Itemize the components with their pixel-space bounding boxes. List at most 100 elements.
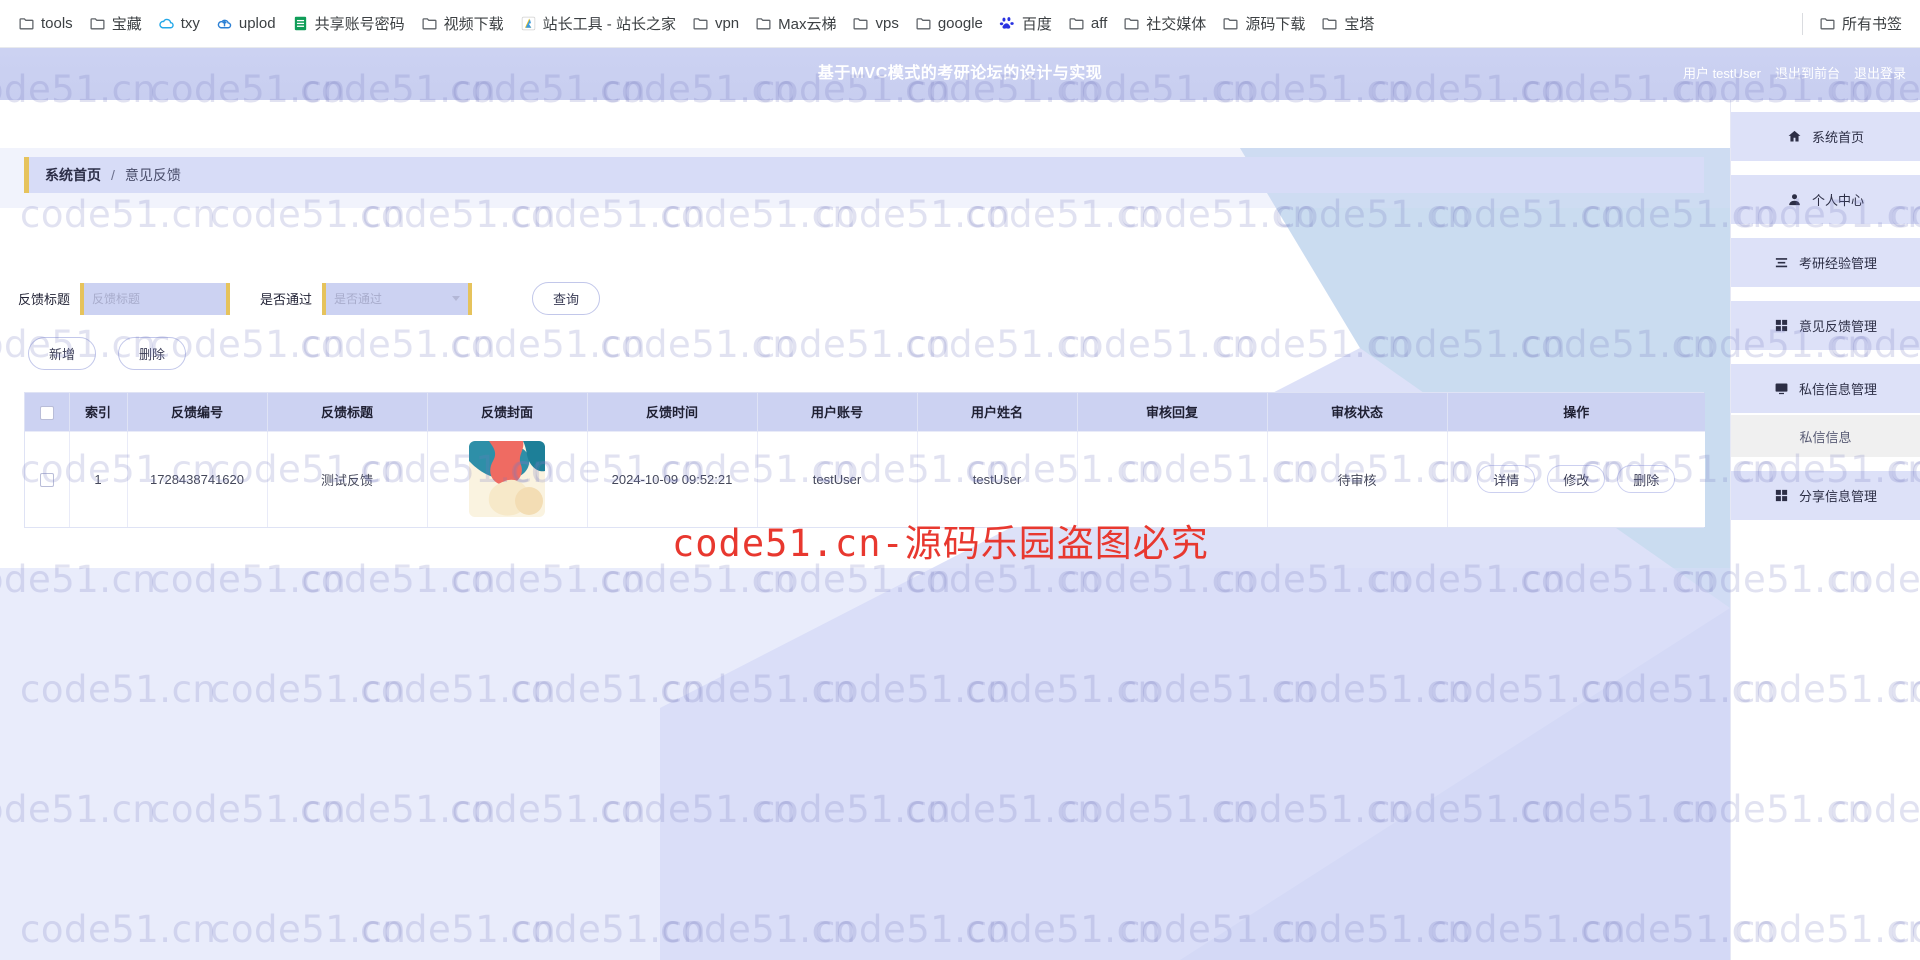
- monitor-icon: [1774, 381, 1789, 396]
- folder-icon: [1123, 15, 1140, 32]
- all-bookmarks-button[interactable]: 所有书签: [1811, 9, 1910, 38]
- cell-feedback-cover: [427, 430, 588, 527]
- bookmark-google[interactable]: google: [907, 11, 991, 36]
- bookmark-baidu[interactable]: 百度: [991, 9, 1060, 38]
- folder-icon: [1222, 15, 1239, 32]
- bookmark-baota[interactable]: 宝塔: [1313, 9, 1382, 38]
- col-operations: 操作: [1447, 393, 1705, 431]
- folder-icon: [89, 15, 106, 32]
- col-user-account: 用户账号: [757, 393, 918, 431]
- select-all-header: [25, 393, 70, 431]
- sidebar-item-label: 私信信息管理: [1798, 382, 1877, 397]
- chinaz-icon: [520, 15, 537, 32]
- folder-icon: [852, 15, 869, 32]
- sidebar-item-feedback[interactable]: 意见反馈管理: [1731, 301, 1920, 350]
- breadcrumb-current: 意见反馈: [124, 167, 181, 183]
- folder-icon: [18, 15, 35, 32]
- main-content: 系统首页 / 意见反馈 反馈标题 是否通过 查询 新增 删除: [0, 100, 1730, 960]
- sidebar-item-label: 分享信息管理: [1798, 489, 1877, 504]
- select-all-checkbox[interactable]: [39, 405, 54, 420]
- feedback-table: 索引 反馈编号 反馈标题 反馈封面 反馈时间 用户账号 用户姓名 审核回复 审核…: [25, 393, 1705, 527]
- detail-button[interactable]: 详情: [1477, 465, 1536, 494]
- folder-icon: [1819, 15, 1836, 32]
- bookmark-label: aff: [1090, 15, 1108, 32]
- add-button[interactable]: 新增: [28, 337, 96, 370]
- folder-icon: [1321, 15, 1338, 32]
- logout-link[interactable]: 退出登录: [1854, 48, 1906, 100]
- folder-icon: [421, 15, 438, 32]
- bookmark-max-cloud[interactable]: Max云梯: [747, 9, 844, 38]
- sidebar-subitem-private-message[interactable]: 私信信息: [1731, 415, 1920, 457]
- bookmark-chinaz[interactable]: 站长工具 - 站长之家: [512, 9, 684, 38]
- bookmark-label: vpn: [714, 15, 740, 32]
- row-checkbox[interactable]: [39, 473, 54, 488]
- cell-operations: 详情 修改 删除: [1447, 430, 1706, 527]
- bookmark-vpn[interactable]: vpn: [684, 11, 747, 36]
- bookmark-label: 宝塔: [1344, 16, 1375, 33]
- grid-icon: [1774, 488, 1789, 503]
- sidebar-item-label: 意见反馈管理: [1798, 319, 1877, 334]
- is-passed-select[interactable]: [322, 282, 473, 315]
- bookmark-label: txy: [180, 15, 200, 32]
- bookmark-uplod[interactable]: uplod: [208, 11, 284, 36]
- col-feedback-no: 反馈编号: [127, 393, 268, 431]
- sidebar-item-private-message-mgmt[interactable]: 私信信息管理: [1731, 364, 1920, 413]
- bookmark-txy[interactable]: txy: [150, 11, 208, 36]
- grid-icon: [1774, 318, 1789, 333]
- bookmark-vps[interactable]: vps: [844, 11, 906, 36]
- sidebar-item-label: 系统首页: [1811, 130, 1864, 145]
- search-button[interactable]: 查询: [532, 282, 601, 315]
- cell-review-reply: [1077, 430, 1268, 527]
- bookmark-tools[interactable]: tools: [10, 11, 81, 36]
- bookmark-baozang[interactable]: 宝藏: [81, 9, 150, 38]
- col-review-status: 审核状态: [1267, 393, 1448, 431]
- bookmark-bar: tools 宝藏 txy uplod 共享账号密码 视频下载 站长工具 - 站长…: [0, 0, 1920, 48]
- bookmark-shared-accounts[interactable]: 共享账号密码: [284, 9, 413, 38]
- edit-button[interactable]: 修改: [1547, 465, 1606, 494]
- table-header-row: 索引 反馈编号 反馈标题 反馈封面 反馈时间 用户账号 用户姓名 审核回复 审核…: [25, 393, 1705, 431]
- cloud-icon: [158, 15, 175, 32]
- sidebar-item-home[interactable]: 系统首页: [1731, 112, 1920, 161]
- sidebar-item-profile[interactable]: 个人中心: [1731, 175, 1920, 224]
- exit-to-frontend-link[interactable]: 退出到前台: [1775, 48, 1840, 100]
- cloud-upload-icon: [216, 15, 233, 32]
- table-row: 1 1728438741620 测试反馈 2024-10-09 09:52:21…: [25, 430, 1706, 527]
- bookmark-label: 百度: [1021, 16, 1052, 33]
- feedback-cover-thumbnail[interactable]: [469, 441, 545, 518]
- sidebar-item-exam-experience[interactable]: 考研经验管理: [1731, 238, 1920, 287]
- row-delete-button[interactable]: 删除: [1617, 465, 1676, 494]
- breadcrumb-separator: /: [111, 167, 115, 183]
- bookmark-aff[interactable]: aff: [1060, 11, 1115, 36]
- action-bar: 新增 删除: [28, 337, 186, 370]
- cell-index: 1: [69, 430, 128, 527]
- delete-button[interactable]: 删除: [118, 337, 186, 370]
- bookmark-social-media[interactable]: 社交媒体: [1115, 9, 1214, 38]
- bookmark-label: 站长工具 - 站长之家: [542, 16, 676, 33]
- admin-app: 基于MVC模式的考研论坛的设计与实现 用户 testUser 退出到前台 退出登…: [0, 48, 1920, 960]
- app-header: 基于MVC模式的考研论坛的设计与实现 用户 testUser 退出到前台 退出登…: [0, 48, 1920, 100]
- col-review-reply: 审核回复: [1077, 393, 1268, 431]
- bookmark-label: 社交媒体: [1146, 16, 1207, 33]
- divider: [1801, 12, 1803, 35]
- sidebar-nav: 系统首页 个人中心 考研经验管理 意见反馈管理 私信信息管理 私信信息 分享信息…: [1730, 100, 1920, 960]
- folder-icon: [692, 15, 709, 32]
- cell-feedback-no: 1728438741620: [127, 430, 268, 527]
- sidebar-item-share-info[interactable]: 分享信息管理: [1731, 471, 1920, 520]
- sheets-icon: [292, 15, 309, 32]
- bookmark-video-download[interactable]: 视频下载: [413, 9, 512, 38]
- sidebar-item-label: 个人中心: [1811, 193, 1864, 208]
- user-icon: [1787, 192, 1802, 207]
- col-feedback-time: 反馈时间: [587, 393, 758, 431]
- feedback-title-input[interactable]: [80, 282, 231, 315]
- operation-buttons: 详情 修改 删除: [1448, 465, 1706, 494]
- all-bookmarks-label: 所有书签: [1841, 16, 1902, 33]
- filter-bar: 反馈标题 是否通过 查询: [18, 282, 601, 315]
- breadcrumb-root[interactable]: 系统首页: [45, 165, 101, 185]
- folder-icon: [1068, 15, 1085, 32]
- bookmark-label: Max云梯: [778, 16, 837, 33]
- bookmark-source-download[interactable]: 源码下载: [1214, 9, 1313, 38]
